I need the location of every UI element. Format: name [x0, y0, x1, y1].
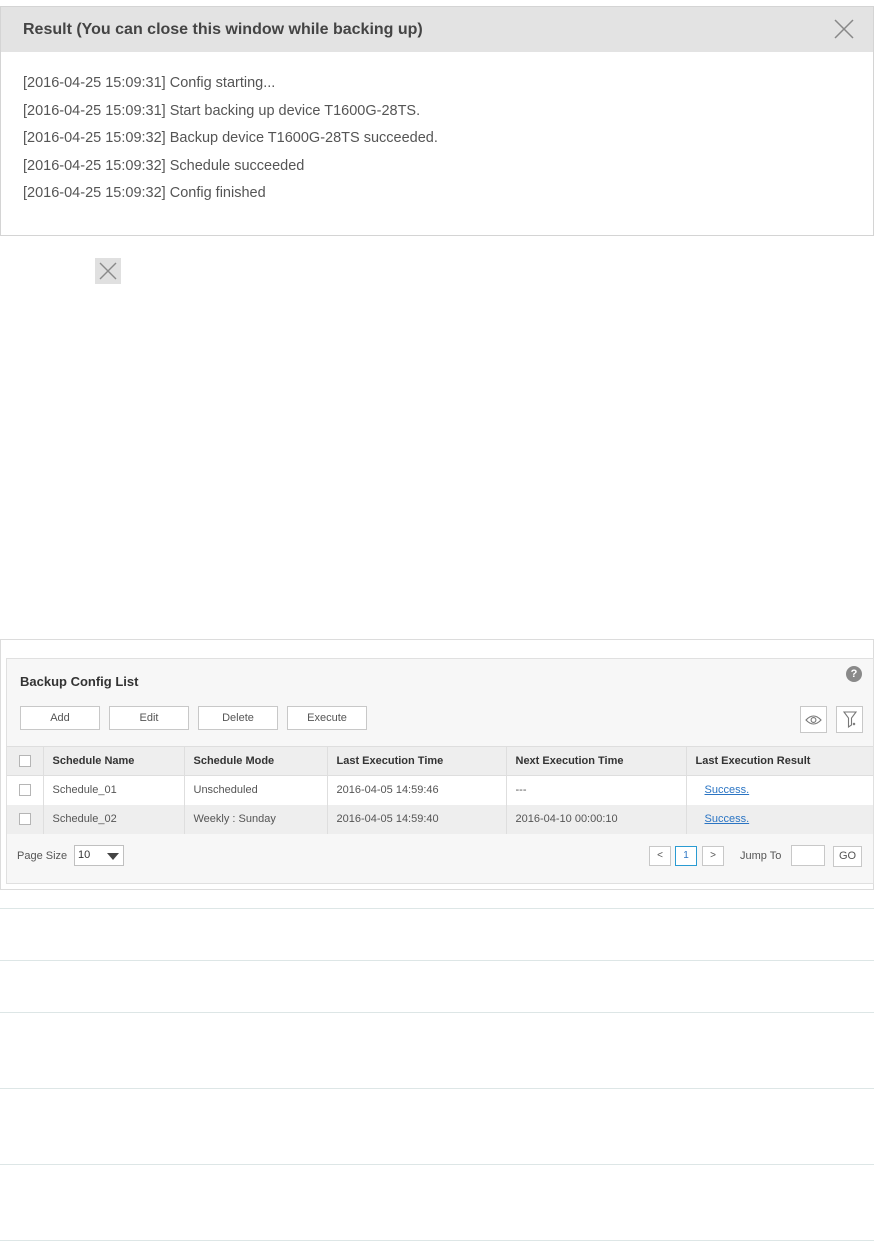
- cell-last-execution-time: 2016-04-05 14:59:46: [327, 775, 507, 805]
- cell-last-execution-result: Success.: [686, 804, 873, 834]
- cell-last-execution-time: 2016-04-05 14:59:40: [327, 804, 507, 834]
- result-dialog-header: Result (You can close this window while …: [1, 7, 873, 52]
- go-button[interactable]: GO: [833, 846, 862, 867]
- eye-icon: [805, 714, 822, 725]
- cell-schedule-name: Schedule_01: [43, 775, 185, 805]
- execute-button[interactable]: Execute: [287, 706, 367, 730]
- select-all-cell: [7, 746, 44, 776]
- row-select-cell: [7, 775, 44, 805]
- cell-next-execution-time: ---: [506, 775, 687, 805]
- divider: [0, 960, 874, 961]
- log-line: [2016-04-25 15:09:32] Backup device T160…: [23, 130, 438, 146]
- table-row[interactable]: Schedule_01 Unscheduled 2016-04-05 14:59…: [7, 775, 873, 805]
- filter-button[interactable]: [836, 706, 863, 733]
- cell-schedule-mode: Weekly : Sunday: [184, 804, 328, 834]
- result-log: [2016-04-25 15:09:31] Config starting...…: [1, 52, 873, 208]
- backup-config-panel-frame: Backup Config List ? Add Edit Delete Exe…: [0, 639, 874, 890]
- log-line: [2016-04-25 15:09:31] Config starting...: [23, 75, 276, 91]
- next-page-button[interactable]: >: [702, 846, 724, 866]
- result-dialog-title: Result (You can close this window while …: [23, 20, 423, 38]
- cell-schedule-mode: Unscheduled: [184, 775, 328, 805]
- cell-last-execution-result: Success.: [686, 775, 873, 805]
- pagination-bar: Page Size 10 < 1 > Jump To GO: [7, 844, 873, 872]
- result-dialog: Result (You can close this window while …: [0, 6, 874, 236]
- panel-title: Backup Config List: [20, 674, 139, 689]
- page-button-current[interactable]: 1: [675, 846, 697, 866]
- divider: [0, 1164, 874, 1165]
- jump-to-input[interactable]: [791, 845, 825, 866]
- page-size-select[interactable]: 10: [74, 845, 124, 866]
- row-select-cell: [7, 804, 44, 834]
- divider: [0, 908, 874, 909]
- chevron-down-icon: [107, 853, 119, 860]
- result-link[interactable]: Success.: [696, 784, 750, 796]
- select-all-checkbox[interactable]: [19, 755, 31, 768]
- row-checkbox[interactable]: [19, 784, 31, 797]
- row-checkbox[interactable]: [19, 813, 31, 826]
- help-icon[interactable]: ?: [846, 666, 862, 682]
- cell-schedule-name: Schedule_02: [43, 804, 185, 834]
- table-row[interactable]: Schedule_02 Weekly : Sunday 2016-04-05 1…: [7, 804, 873, 834]
- result-link[interactable]: Success.: [696, 813, 750, 825]
- backup-config-panel: Backup Config List ? Add Edit Delete Exe…: [6, 658, 874, 884]
- divider: [0, 1012, 874, 1013]
- close-icon[interactable]: [833, 18, 855, 40]
- divider: [0, 1088, 874, 1089]
- delete-button[interactable]: Delete: [198, 706, 278, 730]
- prev-page-button[interactable]: <: [649, 846, 671, 866]
- col-last-execution-time[interactable]: Last Execution Time: [327, 746, 507, 776]
- close-icon[interactable]: [95, 258, 121, 284]
- log-line: [2016-04-25 15:09:31] Start backing up d…: [23, 102, 421, 119]
- jump-to-label: Jump To: [740, 850, 782, 862]
- col-schedule-name[interactable]: Schedule Name: [43, 746, 185, 776]
- page-size-label: Page Size: [17, 850, 68, 862]
- view-columns-button[interactable]: [800, 706, 827, 733]
- cell-next-execution-time: 2016-04-10 00:00:10: [506, 804, 687, 834]
- log-line: [2016-04-25 15:09:32] Schedule succeeded: [23, 157, 305, 174]
- page-size-value: 10: [78, 849, 91, 861]
- col-next-execution-time[interactable]: Next Execution Time: [506, 746, 687, 776]
- filter-icon: [842, 710, 857, 728]
- col-last-execution-result[interactable]: Last Execution Result: [686, 746, 873, 776]
- toolbar: Add Edit Delete Execute: [20, 706, 367, 730]
- col-schedule-mode[interactable]: Schedule Mode: [184, 746, 328, 776]
- table-header-row: Schedule Name Schedule Mode Last Executi…: [7, 746, 873, 776]
- add-button[interactable]: Add: [20, 706, 100, 730]
- backup-config-table: Schedule Name Schedule Mode Last Executi…: [7, 746, 873, 834]
- log-line: [2016-04-25 15:09:32] Config finished: [23, 185, 266, 201]
- edit-button[interactable]: Edit: [109, 706, 189, 730]
